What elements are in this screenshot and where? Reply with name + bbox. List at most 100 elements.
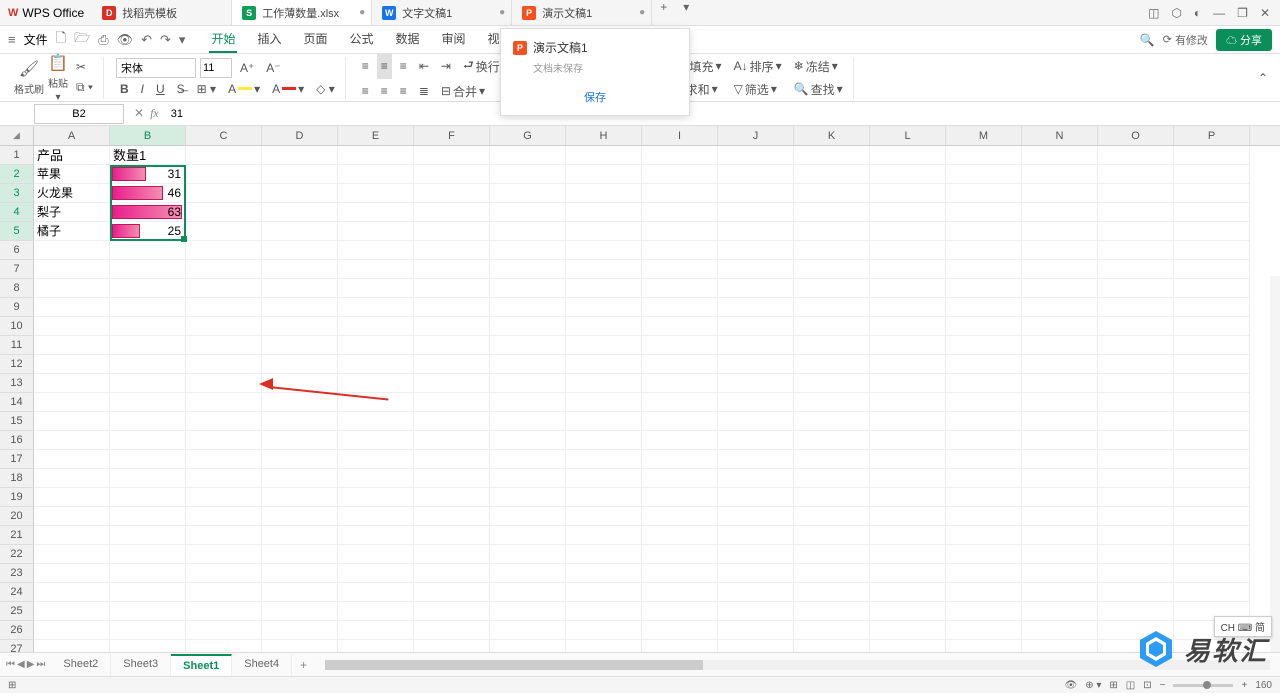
cell[interactable]	[642, 545, 718, 564]
cell[interactable]	[1098, 431, 1174, 450]
cell[interactable]	[414, 583, 490, 602]
close-window-icon[interactable]: ✕	[1260, 6, 1270, 20]
cell[interactable]	[642, 260, 718, 279]
cell[interactable]	[262, 564, 338, 583]
cell[interactable]	[566, 165, 642, 184]
cell[interactable]	[566, 469, 642, 488]
print-icon[interactable]: ⎙	[98, 32, 108, 48]
cell[interactable]	[490, 355, 566, 374]
cell[interactable]	[110, 469, 186, 488]
cell[interactable]	[794, 317, 870, 336]
cell[interactable]	[1098, 583, 1174, 602]
cell[interactable]	[34, 279, 110, 298]
cell[interactable]	[1022, 203, 1098, 222]
close-icon[interactable]: ●	[639, 7, 645, 18]
cell[interactable]	[566, 374, 642, 393]
select-all-corner[interactable]: ◢	[0, 126, 34, 145]
cell[interactable]	[718, 279, 794, 298]
cell[interactable]	[338, 450, 414, 469]
cell[interactable]	[870, 184, 946, 203]
cell[interactable]	[262, 583, 338, 602]
cell[interactable]	[1022, 184, 1098, 203]
new-tab-button[interactable]: +	[652, 0, 675, 25]
cell[interactable]	[642, 222, 718, 241]
cell[interactable]	[490, 450, 566, 469]
cell[interactable]	[414, 241, 490, 260]
cell[interactable]	[794, 507, 870, 526]
cell[interactable]	[794, 241, 870, 260]
ribbon-page[interactable]: 页面	[301, 26, 329, 53]
preview-icon[interactable]: 👁	[117, 32, 134, 48]
row-header-16[interactable]: 16	[0, 431, 34, 450]
cell[interactable]	[718, 564, 794, 583]
new-icon[interactable]: 🗋	[56, 29, 66, 51]
cell[interactable]	[338, 260, 414, 279]
cell[interactable]	[642, 602, 718, 621]
cell[interactable]	[946, 298, 1022, 317]
cell[interactable]	[262, 203, 338, 222]
cell[interactable]	[946, 203, 1022, 222]
col-header-O[interactable]: O	[1098, 126, 1174, 145]
cell[interactable]	[870, 298, 946, 317]
cell[interactable]	[642, 184, 718, 203]
cell[interactable]	[794, 279, 870, 298]
cell[interactable]	[34, 241, 110, 260]
cell[interactable]	[1098, 317, 1174, 336]
row-header-15[interactable]: 15	[0, 412, 34, 431]
cell[interactable]	[718, 488, 794, 507]
cell[interactable]	[1174, 545, 1250, 564]
cell[interactable]	[1098, 222, 1174, 241]
cell[interactable]	[946, 317, 1022, 336]
cell[interactable]	[490, 165, 566, 184]
cell[interactable]	[642, 488, 718, 507]
cell[interactable]	[946, 507, 1022, 526]
maximize-icon[interactable]: ❐	[1237, 6, 1248, 20]
cell[interactable]	[946, 545, 1022, 564]
cell[interactable]	[34, 564, 110, 583]
cell[interactable]	[1174, 279, 1250, 298]
cell[interactable]: 火龙果	[34, 184, 110, 203]
cell[interactable]	[490, 583, 566, 602]
cell[interactable]	[338, 203, 414, 222]
cell[interactable]	[1022, 583, 1098, 602]
cell[interactable]	[946, 431, 1022, 450]
row-header-17[interactable]: 17	[0, 450, 34, 469]
cell[interactable]	[870, 203, 946, 222]
cell[interactable]	[946, 450, 1022, 469]
cell[interactable]	[186, 507, 262, 526]
row-header-22[interactable]: 22	[0, 545, 34, 564]
row-header-19[interactable]: 19	[0, 488, 34, 507]
row-header-3[interactable]: 3	[0, 184, 34, 203]
cell[interactable]	[642, 621, 718, 640]
cell[interactable]	[946, 279, 1022, 298]
cell[interactable]	[870, 279, 946, 298]
cell[interactable]	[110, 621, 186, 640]
cell[interactable]	[34, 545, 110, 564]
freeze-button[interactable]: ❄ 冻结 ▾	[790, 56, 847, 77]
cell[interactable]	[34, 469, 110, 488]
cell[interactable]	[186, 450, 262, 469]
sheet-next-icon[interactable]: ▶	[27, 659, 35, 670]
cell[interactable]	[110, 260, 186, 279]
cell[interactable]	[642, 412, 718, 431]
cell[interactable]	[1098, 469, 1174, 488]
redo-icon[interactable]: ↷	[160, 32, 171, 48]
cell[interactable]	[186, 412, 262, 431]
cell[interactable]	[186, 374, 262, 393]
cell[interactable]	[110, 241, 186, 260]
cell[interactable]	[34, 526, 110, 545]
cell[interactable]	[946, 526, 1022, 545]
cell[interactable]	[490, 184, 566, 203]
view-break-icon[interactable]: ⊡	[1143, 680, 1151, 691]
cell[interactable]	[262, 184, 338, 203]
cell[interactable]	[870, 469, 946, 488]
cell[interactable]	[490, 412, 566, 431]
cell[interactable]	[1174, 450, 1250, 469]
cell[interactable]	[718, 222, 794, 241]
row-header-25[interactable]: 25	[0, 602, 34, 621]
cell[interactable]	[186, 203, 262, 222]
cell[interactable]	[794, 203, 870, 222]
cell[interactable]	[490, 526, 566, 545]
cell[interactable]	[490, 431, 566, 450]
cell[interactable]	[566, 431, 642, 450]
